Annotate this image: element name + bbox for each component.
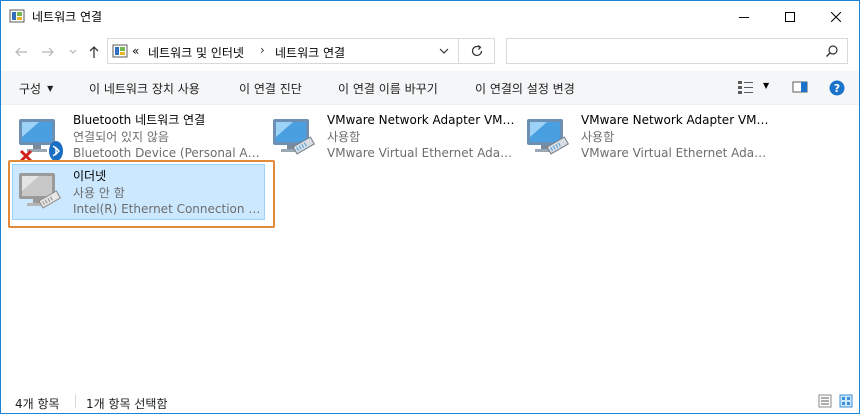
item-status: 사용함	[327, 129, 361, 144]
caret-down-icon: ▼	[47, 84, 54, 93]
arrow-right-icon	[42, 47, 54, 57]
rename-button[interactable]: 이 연결 이름 바꾸기	[338, 80, 438, 97]
item-name: Bluetooth 네트워크 연결	[73, 113, 206, 127]
item-status: 연결되어 있지 않음	[73, 129, 169, 144]
search-box[interactable]	[506, 38, 848, 64]
minimize-icon	[739, 16, 749, 18]
connections-list: Bluetooth 네트워크 연결 연결되어 있지 않음 Bluetooth D…	[1, 105, 859, 385]
help-icon[interactable]: ?	[829, 80, 845, 96]
window-title: 네트워크 연결	[32, 10, 103, 24]
svg-text:?: ?	[834, 82, 840, 95]
item-status: 사용 안 함	[73, 185, 125, 200]
refresh-button[interactable]	[459, 38, 495, 64]
change-settings-button[interactable]: 이 연결의 설정 변경	[475, 80, 575, 97]
organize-label: 구성	[19, 82, 42, 96]
ethernet-network-icon	[527, 119, 570, 155]
ethernet-network-icon	[273, 119, 316, 155]
diagnose-button[interactable]: 이 연결 진단	[239, 80, 302, 97]
arrow-up-icon	[89, 46, 99, 58]
address-bar[interactable]: « 네트워크 및 인터넷 › 네트워크 연결	[107, 38, 459, 64]
command-bar: 구성 ▼ 이 네트워크 장치 사용 이 연결 진단 이 연결 이름 바꾸기 이 연…	[1, 71, 859, 105]
minimize-button[interactable]	[721, 1, 767, 32]
title-bar: 네트워크 연결	[1, 1, 859, 32]
item-device: VMware Virtual Ethernet Adapter...	[581, 146, 771, 160]
arrow-left-icon	[15, 47, 27, 57]
maximize-icon	[785, 11, 795, 22]
back-button[interactable]	[11, 42, 31, 62]
item-text: VMware Network Adapter VMnet1 사용함 VMware…	[327, 112, 517, 162]
close-icon	[831, 11, 841, 22]
view-options-icon[interactable]	[737, 79, 755, 95]
refresh-icon	[471, 45, 482, 57]
organize-menu[interactable]: 구성 ▼	[19, 80, 53, 97]
item-text: VMware Network Adapter VMnet8 사용함 VMware…	[581, 112, 771, 162]
large-icons-view-icon[interactable]	[839, 394, 853, 408]
recent-locations-button[interactable]	[63, 41, 83, 61]
breadcrumb-network-connections[interactable]: 네트워크 연결	[275, 44, 345, 61]
list-item-bluetooth[interactable]: Bluetooth 네트워크 연결 연결되어 있지 않음 Bluetooth D…	[9, 109, 263, 165]
forward-button[interactable]	[38, 42, 58, 62]
search-icon	[826, 45, 838, 57]
control-panel-icon	[112, 44, 128, 58]
list-item-vmnet8[interactable]: VMware Network Adapter VMnet8 사용함 VMware…	[517, 109, 771, 165]
up-button[interactable]	[84, 42, 104, 62]
item-text: Bluetooth 네트워크 연결 연결되어 있지 않음 Bluetooth D…	[73, 112, 263, 162]
status-divider	[75, 394, 76, 408]
item-device: VMware Virtual Ethernet Adapter...	[327, 146, 517, 160]
details-view-icon[interactable]	[818, 394, 832, 408]
item-name: 이더넷	[73, 169, 107, 183]
breadcrumb-separator-icon[interactable]: ›	[260, 43, 265, 57]
address-row: « 네트워크 및 인터넷 › 네트워크 연결	[1, 32, 859, 71]
preview-pane-icon[interactable]	[792, 79, 808, 95]
item-text: 이더넷 사용 안 함 Intel(R) Ethernet Connection …	[73, 168, 263, 218]
breadcrumb-overflow[interactable]: «	[132, 44, 139, 58]
chevron-down-icon	[69, 49, 77, 54]
item-status: 사용함	[581, 129, 615, 144]
item-count: 4개 항목	[15, 397, 60, 411]
explorer-window: 네트워크 연결 « 네트워크 및 인터넷 › 네트워크 연결 구성 ▼ 이 네트…	[0, 0, 860, 414]
maximize-button[interactable]	[767, 1, 813, 32]
item-name: VMware Network Adapter VMnet8	[581, 113, 771, 127]
network-connections-app-icon	[9, 9, 25, 23]
list-item-vmnet1[interactable]: VMware Network Adapter VMnet1 사용함 VMware…	[263, 109, 517, 165]
search-input[interactable]	[511, 42, 811, 60]
item-device: Intel(R) Ethernet Connection (7) I...	[73, 202, 263, 216]
selection-count: 1개 항목 선택함	[86, 397, 168, 411]
address-dropdown-icon[interactable]	[438, 44, 450, 58]
status-bar: 4개 항목 1개 항목 선택함	[1, 389, 859, 413]
list-item-ethernet[interactable]: 이더넷 사용 안 함 Intel(R) Ethernet Connection …	[12, 164, 265, 220]
breadcrumb-network-internet[interactable]: 네트워크 및 인터넷	[148, 44, 244, 61]
close-button[interactable]	[813, 1, 859, 32]
enable-device-button[interactable]: 이 네트워크 장치 사용	[89, 80, 200, 97]
ethernet-disabled-icon	[19, 173, 62, 209]
item-name: VMware Network Adapter VMnet1	[327, 113, 517, 127]
view-dropdown-icon[interactable]: ▼	[763, 81, 769, 90]
